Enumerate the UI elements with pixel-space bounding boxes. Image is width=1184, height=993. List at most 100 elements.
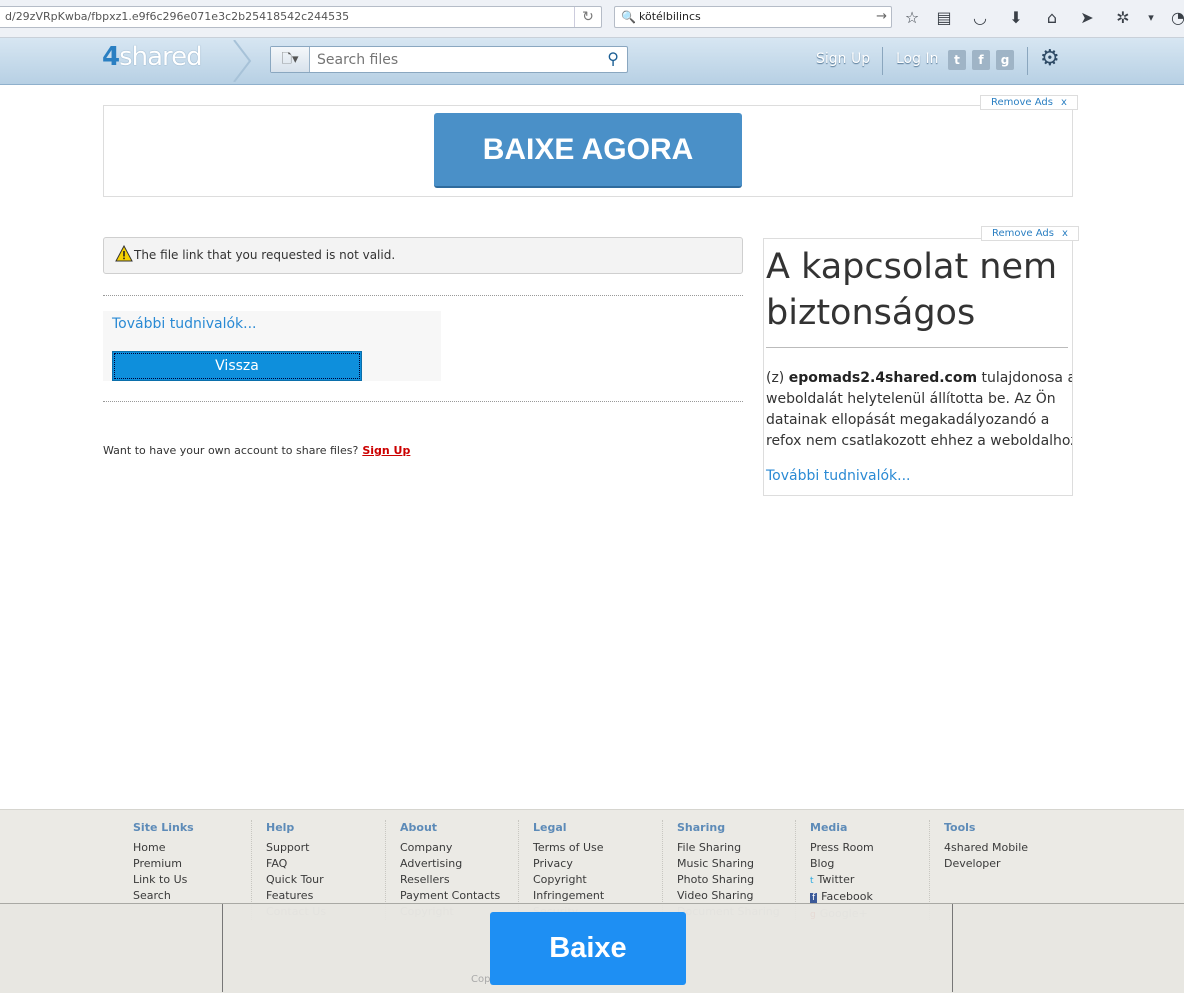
extension-icon[interactable]: ✲: [1113, 8, 1133, 28]
close-icon[interactable]: x: [1061, 97, 1067, 108]
copyright-text: Cop: [471, 974, 491, 985]
side-ad-more-link[interactable]: További tudnivalók...: [766, 468, 911, 484]
overlay-divider: [222, 904, 223, 992]
footer-link[interactable]: Photo Sharing: [677, 872, 780, 888]
error-message-box: The file link that you requested is not …: [103, 237, 743, 274]
signup-link[interactable]: Sign Up: [362, 444, 410, 457]
logo-shared: shared: [119, 42, 203, 72]
side-ad-text: tulajdonosa a: [977, 370, 1073, 386]
send-icon[interactable]: ➤: [1077, 8, 1097, 28]
search-input[interactable]: [315, 50, 589, 70]
footer-column: Tools 4shared Mobile Developer: [944, 820, 1028, 872]
side-ad-line: datainak ellopását megakadályozandó a: [766, 412, 1050, 428]
side-ad-line: (z) epomads2.4shared.com tulajdonosa a: [766, 368, 1072, 389]
footer-column: Site Links Home Premium Link to Us Search: [133, 820, 194, 904]
side-ad-title: A kapcsolat nem biztonságos: [766, 244, 1066, 336]
facebook-icon[interactable]: f: [972, 50, 990, 70]
log-in-link[interactable]: Log In: [896, 51, 938, 67]
footer-link-label: Twitter: [817, 873, 855, 886]
footer-link[interactable]: Support: [266, 840, 326, 856]
bookmark-star-icon[interactable]: ☆: [902, 8, 922, 28]
reading-list-icon[interactable]: ▤: [934, 8, 954, 28]
twitter-icon[interactable]: t: [948, 50, 966, 70]
side-ad-domain: epomads2.4shared.com: [788, 370, 978, 386]
search-go-icon[interactable]: →: [876, 9, 887, 24]
side-ad-line: refox nem csatlakozott ehhez a weboldalh…: [766, 433, 1072, 449]
browser-search-field[interactable]: 🔍 kötélbilincs →: [614, 6, 892, 28]
footer-link[interactable]: Blog: [810, 856, 874, 872]
document-icon: 🗋: [281, 52, 292, 67]
remove-ads-link[interactable]: Remove Ads x: [980, 95, 1078, 110]
footer-link[interactable]: Features: [266, 888, 326, 904]
footer-link[interactable]: t Twitter: [810, 872, 874, 889]
footer-heading: Tools: [944, 821, 976, 834]
footer-link[interactable]: Premium: [133, 856, 194, 872]
baixe-button[interactable]: Baixe: [490, 912, 686, 985]
header-divider: [1027, 47, 1028, 75]
footer-link[interactable]: Quick Tour: [266, 872, 326, 888]
footer-link[interactable]: Terms of Use: [533, 840, 604, 856]
footer-link[interactable]: FAQ: [266, 856, 326, 872]
browser-search-text: kötélbilincs: [639, 10, 701, 23]
file-type-dropdown[interactable]: 🗋▾: [271, 47, 310, 72]
footer-link[interactable]: Company: [400, 840, 500, 856]
remove-ads-link[interactable]: Remove Ads x: [981, 226, 1079, 241]
footer-link[interactable]: File Sharing: [677, 840, 780, 856]
google-icon[interactable]: g: [996, 50, 1014, 70]
footer-link[interactable]: Infringement: [533, 888, 604, 904]
footer-heading: Sharing: [677, 821, 726, 834]
overlay-divider: [952, 904, 953, 992]
footer-link-label: Facebook: [821, 890, 873, 903]
footer-link[interactable]: Video Sharing: [677, 888, 780, 904]
footer-heading: Legal: [533, 821, 567, 834]
menu-dropdown-icon[interactable]: ▾: [1141, 8, 1161, 28]
facebook-icon: f: [810, 893, 818, 903]
footer-link[interactable]: Music Sharing: [677, 856, 780, 872]
sign-up-link[interactable]: Sign Up: [816, 51, 870, 67]
footer-link[interactable]: Search: [133, 888, 194, 904]
footer-link[interactable]: Home: [133, 840, 194, 856]
footer-link[interactable]: Press Room: [810, 840, 874, 856]
logo-four: 4: [102, 42, 120, 72]
logo-separator-icon: [233, 40, 252, 82]
logo[interactable]: 4shared: [102, 42, 203, 72]
twitter-icon: t: [810, 876, 814, 886]
site-search-box: 🗋▾ ⚲: [270, 46, 628, 73]
close-icon[interactable]: x: [1062, 228, 1068, 239]
side-ad-line: weboldalát helytelenül állította be. Az …: [766, 391, 1056, 407]
pocket-icon[interactable]: ◡: [970, 8, 990, 28]
back-button[interactable]: Vissza: [112, 351, 362, 381]
reload-icon[interactable]: ↻: [574, 7, 601, 27]
url-bar[interactable]: d/29zVRpKwba/fbpxz1.e9f6c296e071e3c2b254…: [0, 6, 602, 28]
side-ad-title-line: biztonságos: [766, 293, 976, 333]
remove-ads-label: Remove Ads: [991, 97, 1053, 108]
gear-icon[interactable]: ⚙: [1040, 46, 1060, 71]
footer-link[interactable]: Developer: [944, 856, 1028, 872]
footer-heading: Media: [810, 821, 848, 834]
remove-ads-label: Remove Ads: [992, 228, 1054, 239]
footer-heading: Site Links: [133, 821, 194, 834]
side-ad-body: (z) epomads2.4shared.com tulajdonosa a w…: [766, 368, 1072, 452]
side-ad-divider: [766, 347, 1068, 348]
footer-link[interactable]: Copyright: [533, 872, 604, 888]
divider: [103, 295, 743, 296]
side-ad-title-line: A kapcsolat nem: [766, 247, 1058, 287]
footer-link[interactable]: Payment Contacts: [400, 888, 500, 904]
baixe-agora-button[interactable]: BAIXE AGORA: [434, 113, 742, 188]
more-info-link[interactable]: További tudnivalók...: [112, 316, 257, 332]
footer-link[interactable]: 4shared Mobile: [944, 840, 1028, 856]
warning-icon: [115, 245, 133, 262]
search-button-icon[interactable]: ⚲: [607, 49, 619, 68]
footer-link[interactable]: Resellers: [400, 872, 500, 888]
download-icon[interactable]: ⬇: [1006, 8, 1026, 28]
footer-link[interactable]: Advertising: [400, 856, 500, 872]
footer-link[interactable]: Link to Us: [133, 872, 194, 888]
footer-heading: About: [400, 821, 438, 834]
side-ad-text: (z): [766, 370, 789, 386]
footer-link[interactable]: Privacy: [533, 856, 604, 872]
browser-toolbar: d/29zVRpKwba/fbpxz1.e9f6c296e071e3c2b254…: [0, 0, 1184, 38]
divider: [103, 401, 743, 402]
chat-icon[interactable]: ◔: [1168, 8, 1184, 28]
home-icon[interactable]: ⌂: [1042, 8, 1062, 28]
footer-heading: Help: [266, 821, 295, 834]
